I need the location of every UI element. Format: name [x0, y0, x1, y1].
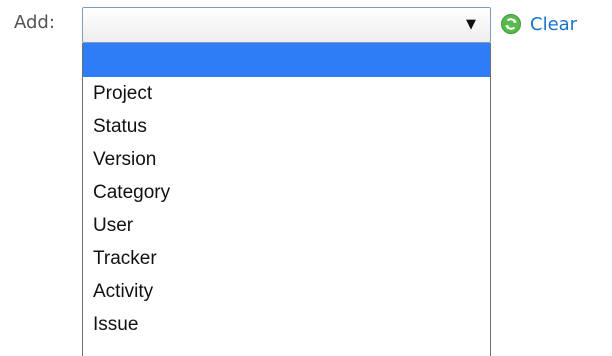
filter-option-project[interactable]: Project	[83, 77, 490, 110]
add-filter-select[interactable]: ▼	[82, 7, 491, 43]
filter-option-issue[interactable]: Issue	[83, 308, 490, 341]
filter-option-version[interactable]: Version	[83, 143, 490, 176]
dropdown-arrow-icon: ▼	[466, 17, 476, 32]
reload-icon	[500, 13, 522, 35]
filter-options-list: Project Status Version Category User Tra…	[82, 43, 491, 356]
clear-label: Clear	[530, 13, 578, 35]
filter-option-category[interactable]: Category	[83, 176, 490, 209]
filter-option-status[interactable]: Status	[83, 110, 490, 143]
filter-option-tracker[interactable]: Tracker	[83, 242, 490, 275]
filter-option-activity[interactable]: Activity	[83, 275, 490, 308]
filter-option-blank[interactable]	[83, 43, 490, 77]
clear-filter-link[interactable]: Clear	[500, 11, 577, 37]
filter-option-user[interactable]: User	[83, 209, 490, 242]
add-filter-label: Add:	[14, 12, 55, 33]
